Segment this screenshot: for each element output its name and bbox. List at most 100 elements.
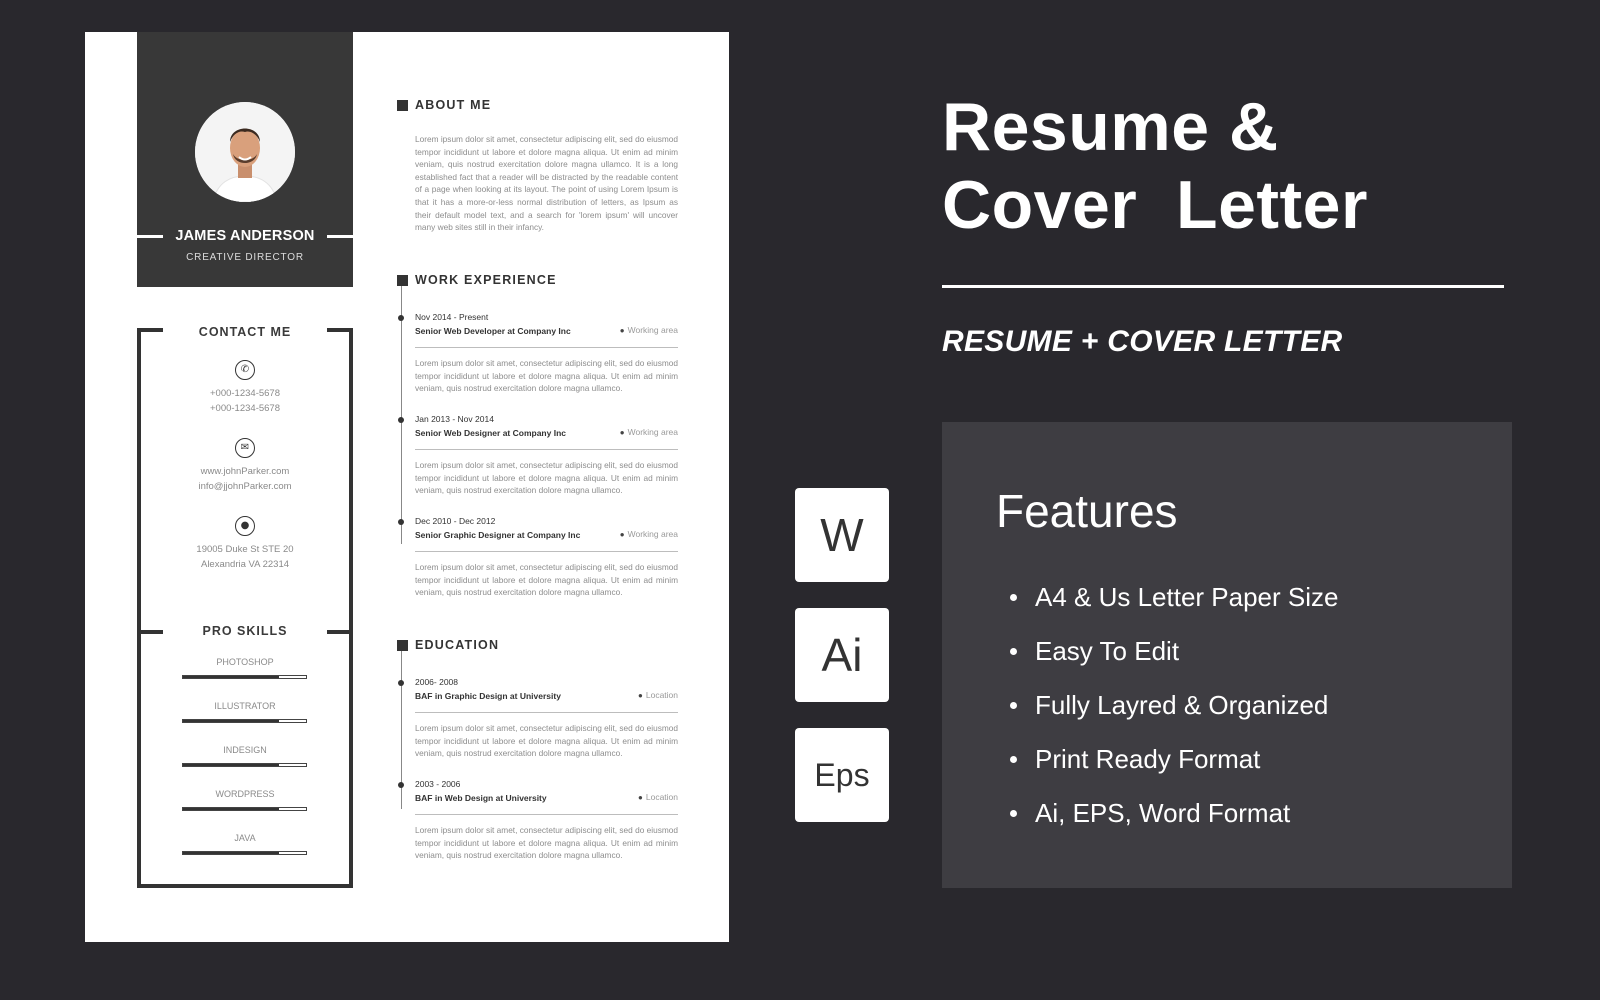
contact-address: 19005 Duke St STE 20 Alexandria VA 22314 [141, 542, 349, 572]
timeline-dot [398, 519, 404, 525]
resume-header: JAMES ANDERSON CREATIVE DIRECTOR [137, 32, 353, 287]
entry-title: Senior Graphic Designer at Company Inc [415, 530, 581, 540]
bullet-icon [1010, 809, 1017, 817]
entry-title: BAF in Web Design at University [415, 793, 547, 803]
website: www.johnParker.com [200, 466, 290, 477]
skill-fill [183, 764, 279, 766]
work-heading: WORK EXPERIENCE [397, 273, 557, 287]
mail-icon: ✉ [235, 438, 255, 458]
entry-title: Senior Web Designer at Company Inc [415, 428, 566, 438]
education-heading: EDUCATION [397, 638, 499, 652]
entry-divider [415, 814, 678, 815]
skills-heading: PRO SKILLS [202, 624, 288, 638]
timeline-dot [398, 782, 404, 788]
location-text: Working area [627, 529, 678, 539]
format-label: W [820, 509, 864, 561]
skill-label: PHOTOSHOP [216, 657, 274, 667]
location-pin-icon: ● [619, 427, 625, 437]
skill-bar [182, 851, 307, 855]
feature-item: Easy To Edit [1010, 624, 1338, 678]
location-pin-icon: ● [235, 516, 255, 536]
bullet-icon [1010, 647, 1017, 655]
skill-bar [182, 675, 307, 679]
skill-bar [182, 719, 307, 723]
name-rule-right [327, 234, 353, 238]
phone-icon: ✆ [235, 360, 255, 380]
entry-text: Lorem ipsum dolor sit amet, consectetur … [415, 460, 678, 496]
section-marker [397, 99, 408, 111]
skill-bar [182, 763, 307, 767]
feature-item: Print Ready Format [1010, 732, 1338, 786]
entry-location: ● Working area [620, 325, 678, 335]
location-text: Working area [627, 325, 678, 335]
skill-label: ILLUSTRATOR [214, 701, 276, 711]
about-text: Lorem ipsum dolor sit amet, consectetur … [415, 134, 678, 233]
section-title: ABOUT ME [415, 98, 492, 112]
location-pin-icon: ● [619, 325, 625, 335]
contact-heading: CONTACT ME [198, 325, 292, 339]
format-label: Eps [814, 757, 870, 793]
resume-role: CREATIVE DIRECTOR [186, 252, 304, 263]
phone-1: +000-1234-5678 [210, 388, 280, 399]
entry-divider [415, 449, 678, 450]
resume-page: JAMES ANDERSON CREATIVE DIRECTOR CONTACT… [85, 32, 729, 942]
hero-divider [942, 285, 1504, 288]
hero-title: Resume & Cover Letter [942, 88, 1368, 244]
section-marker [397, 639, 408, 651]
entry-divider [415, 712, 678, 713]
skill-fill [183, 720, 279, 722]
section-title: WORK EXPERIENCE [415, 273, 557, 287]
entry-text: Lorem ipsum dolor sit amet, consectetur … [415, 358, 678, 394]
skill-fill [183, 676, 279, 678]
email: info@jjohnParker.com [198, 481, 292, 492]
bullet-icon [1010, 593, 1017, 601]
work-timeline [401, 284, 402, 544]
skill-fill [183, 852, 279, 854]
location-pin-icon: ● [619, 529, 625, 539]
timeline-dot [398, 680, 404, 686]
entry-divider [415, 347, 678, 348]
skill-label: WORDPRESS [215, 789, 275, 799]
entry-date: 2003 - 2006 [415, 779, 461, 789]
resume-name: JAMES ANDERSON [175, 228, 315, 244]
hero-title-line-1: Resume & [942, 89, 1279, 165]
entry-date: Jan 2013 - Nov 2014 [415, 414, 494, 424]
feature-text: Fully Layred & Organized [1035, 689, 1329, 720]
person-portrait-icon [195, 102, 295, 202]
entry-text: Lorem ipsum dolor sit amet, consectetur … [415, 562, 678, 598]
timeline-dot [398, 315, 404, 321]
word-format-icon: W [795, 488, 889, 582]
feature-text: Print Ready Format [1035, 743, 1261, 774]
bullet-icon [1010, 701, 1017, 709]
entry-title: BAF in Graphic Design at University [415, 691, 561, 701]
hero-title-line-2: Cover Letter [942, 167, 1368, 243]
contact-phones: +000-1234-5678 +000-1234-5678 [141, 386, 349, 416]
feature-item: A4 & Us Letter Paper Size [1010, 570, 1338, 624]
contact-web: www.johnParker.com info@jjohnParker.com [141, 464, 349, 494]
phone-2: +000-1234-5678 [210, 403, 280, 414]
section-marker [397, 274, 408, 286]
location-text: Working area [627, 427, 678, 437]
location-text: Location [645, 690, 678, 700]
bullet-icon [1010, 755, 1017, 763]
entry-location: ● Working area [620, 529, 678, 539]
entry-text: Lorem ipsum dolor sit amet, consectetur … [415, 723, 678, 759]
entry-date: Dec 2010 - Dec 2012 [415, 516, 496, 526]
skill-label: INDESIGN [223, 745, 267, 755]
name-row: JAMES ANDERSON [137, 228, 353, 244]
section-title: EDUCATION [415, 638, 500, 652]
about-heading: ABOUT ME [397, 98, 491, 112]
skill-fill [183, 808, 279, 810]
sidebar-box: CONTACT ME ✆ +000-1234-5678 +000-1234-56… [137, 325, 353, 888]
location-text: Location [645, 792, 678, 802]
features-title: Features [996, 485, 1178, 537]
entry-location: ● Working area [620, 427, 678, 437]
skill-label: JAVA [234, 833, 256, 843]
name-rule-left [137, 234, 163, 238]
entry-divider [415, 551, 678, 552]
feature-text: A4 & Us Letter Paper Size [1035, 581, 1339, 612]
feature-item: Ai, EPS, Word Format [1010, 786, 1338, 840]
illustrator-format-icon: Ai [795, 608, 889, 702]
feature-text: Easy To Edit [1035, 635, 1180, 666]
timeline-dot [398, 417, 404, 423]
